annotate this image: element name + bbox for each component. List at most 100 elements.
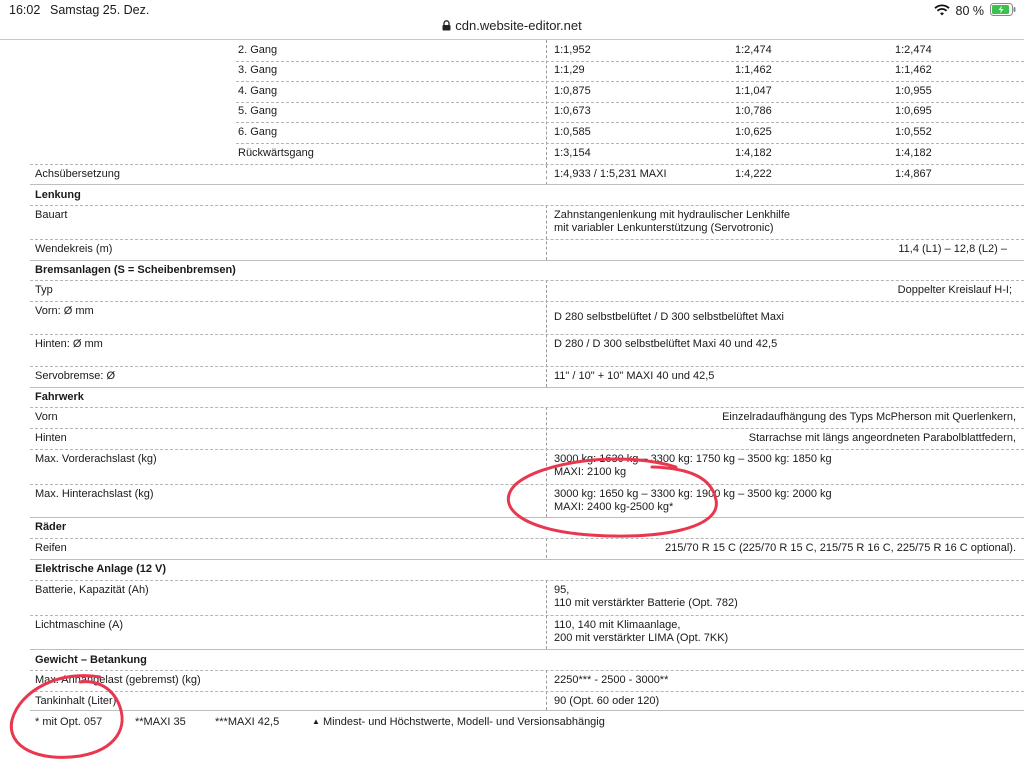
table-row: Typ Doppelter Kreislauf H-I; [0, 281, 1024, 301]
cell-value: 3000 kg: 1650 kg – 3300 kg: 1900 kg – 35… [554, 488, 832, 500]
table-row: Reifen 215/70 R 15 C (225/70 R 15 C, 215… [0, 539, 1024, 559]
row-label: Hinten [35, 432, 67, 444]
cell-value: 1:4,867 [895, 168, 932, 180]
cell-value: 1:3,154 [554, 147, 591, 159]
cell-value: 1:4,222 [735, 168, 772, 180]
section-header: Gewicht – Betankung [0, 651, 1024, 670]
table-row: Max. Anhängelast (gebremst) (kg) 2250***… [0, 671, 1024, 691]
row-label: Hinten: Ø mm [35, 338, 103, 350]
table-row: Bauart Zahnstangenlenkung mit hydraulisc… [0, 206, 1024, 240]
section-header: Elektrische Anlage (12 V) [0, 560, 1024, 580]
cell-value: 1:4,182 [735, 147, 772, 159]
cell-value: 1:2,474 [895, 44, 932, 56]
table-row: Achsübersetzung 1:4,933 / 1:5,231 MAXI 1… [0, 165, 1024, 185]
row-label: Tankinhalt (Liter) [35, 695, 117, 707]
cell-value: 2250*** - 2500 - 3000** [554, 674, 669, 686]
table-row: Vorn: Ø mm D 280 selbstbelüftet / D 300 … [0, 302, 1024, 334]
cell-value: 1:0,786 [735, 105, 772, 117]
row-label: Max. Anhängelast (gebremst) (kg) [35, 674, 201, 686]
table-row: Hinten: Ø mm D 280 / D 300 selbstbelüfte… [0, 335, 1024, 366]
row-label: Vorn [35, 411, 58, 423]
cell-value: 90 (Opt. 60 oder 120) [554, 695, 660, 707]
cell-value: 3000 kg: 1630 kg – 3300 kg: 1750 kg – 35… [554, 453, 832, 465]
table-row: Servobremse: Ø 11" / 10" + 10" MAXI 40 u… [0, 367, 1024, 387]
section-divider [30, 184, 1024, 185]
table-row: Batterie, Kapazität (Ah) 95, 110 mit ver… [0, 581, 1024, 615]
cell-value: 11,4 (L1) – 12,8 (L2) – [898, 243, 1007, 255]
cell-value: 1:1,952 [554, 44, 591, 56]
status-time: 16:02 [9, 3, 41, 17]
cell-value: D 280 selbstbelüftet / D 300 selbstbelüf… [554, 311, 784, 323]
cell-value: 110, 140 mit Klimaanlage, [554, 619, 681, 631]
table-row: Max. Hinterachslast (kg) 3000 kg: 1650 k… [0, 485, 1024, 517]
cell-value: 1:0,585 [554, 126, 591, 138]
table-row: 4. Gang 1:0,875 1:1,047 1:0,955 [0, 82, 1024, 102]
cell-value: Doppelter Kreislauf H-I; [897, 284, 1012, 296]
battery-percent: 80 % [955, 4, 985, 18]
cell-value: 1:4,933 / 1:5,231 MAXI [554, 168, 667, 180]
table-row: Lichtmaschine (A) 110, 140 mit Klimaanla… [0, 616, 1024, 649]
section-divider [30, 710, 1024, 711]
row-label: Bauart [35, 209, 68, 221]
cell-value: mit variabler Lenkunterstützung (Servotr… [554, 222, 774, 234]
cell-value: 1:1,047 [735, 85, 772, 97]
cell-value: Starrachse mit längs angeordneten Parabo… [748, 432, 1016, 444]
cell-value: 1:0,673 [554, 105, 591, 117]
row-label: 2. Gang [238, 44, 278, 56]
cell-value: 1:0,625 [735, 126, 772, 138]
section-title: Gewicht – Betankung [35, 654, 147, 666]
address-bar[interactable]: cdn.website-editor.net [0, 18, 1024, 38]
row-label: Reifen [35, 542, 67, 554]
cell-value: 1:0,875 [554, 85, 591, 97]
row-label: Typ [35, 284, 53, 296]
row-label: 4. Gang [238, 85, 278, 97]
section-header: Bremsanlagen (S = Scheibenbremsen) [0, 261, 1024, 280]
table-row: 3. Gang 1:1,29 1:1,462 1:1,462 [0, 61, 1024, 81]
cell-value: 215/70 R 15 C (225/70 R 15 C, 215/75 R 1… [665, 542, 1016, 554]
table-row: 2. Gang 1:1,952 1:2,474 1:2,474 [0, 41, 1024, 61]
footnote-text: Mindest- und Höchstwerte, Modell- und Ve… [322, 716, 605, 728]
cell-value: 1:1,29 [554, 64, 585, 76]
cell-value: 1:0,955 [895, 85, 932, 97]
footnote: ▲ Mindest- und Höchstwerte, Modell- und … [312, 716, 605, 728]
row-label: 5. Gang [238, 105, 278, 117]
row-label: Achsübersetzung [35, 168, 120, 180]
section-header: Räder [0, 518, 1024, 538]
row-label: Rückwärtsgang [238, 147, 314, 159]
section-title: Bremsanlagen (S = Scheibenbremsen) [35, 264, 236, 276]
row-label: 6. Gang [238, 126, 278, 138]
row-label: Max. Vorderachslast (kg) [35, 453, 157, 465]
footnote: * mit Opt. 057 [35, 716, 103, 728]
row-label: Max. Hinterachslast (kg) [35, 488, 154, 500]
section-header: Lenkung [0, 186, 1024, 205]
row-label: Batterie, Kapazität (Ah) [35, 584, 149, 596]
row-label: Vorn: Ø mm [35, 305, 94, 317]
footnote: ***MAXI 42,5 [215, 716, 280, 728]
table-row: 6. Gang 1:0,585 1:0,625 1:0,552 [0, 123, 1024, 143]
wifi-icon [933, 3, 950, 19]
table-row: Tankinhalt (Liter) 90 (Opt. 60 oder 120) [0, 692, 1024, 711]
cell-value: 110 mit verstärkter Batterie (Opt. 782) [554, 597, 738, 609]
cell-value: 200 mit verstärkter LIMA (Opt. 7KK) [554, 632, 729, 644]
footnote: **MAXI 35 [135, 716, 186, 728]
row-label: Servobremse: Ø [35, 370, 116, 382]
section-divider [30, 649, 1024, 650]
table-row: Hinten Starrachse mit längs angeordneten… [0, 429, 1024, 449]
cell-value: 11" / 10" + 10" MAXI 40 und 42,5 [554, 370, 715, 382]
table-row: Rückwärtsgang 1:3,154 1:4,182 1:4,182 [0, 144, 1024, 164]
table-row: Max. Vorderachslast (kg) 3000 kg: 1630 k… [0, 450, 1024, 484]
cell-value: 1:4,182 [895, 147, 932, 159]
cell-value: MAXI: 2100 kg [554, 466, 627, 478]
section-title: Elektrische Anlage (12 V) [35, 563, 167, 575]
status-date: Samstag 25. Dez. [50, 3, 150, 17]
battery-icon [990, 3, 1016, 19]
section-title: Räder [35, 521, 67, 533]
cell-value: 1:2,474 [735, 44, 772, 56]
section-title: Fahrwerk [35, 391, 84, 403]
row-label: 3. Gang [238, 64, 278, 76]
cell-value: 1:1,462 [895, 64, 932, 76]
cell-value: 1:0,695 [895, 105, 932, 117]
lock-icon [442, 19, 451, 34]
cell-value: D 280 / D 300 selbstbelüftet Maxi 40 und… [554, 338, 778, 350]
table-row: Wendekreis (m) 11,4 (L1) – 12,8 (L2) – [0, 240, 1024, 260]
